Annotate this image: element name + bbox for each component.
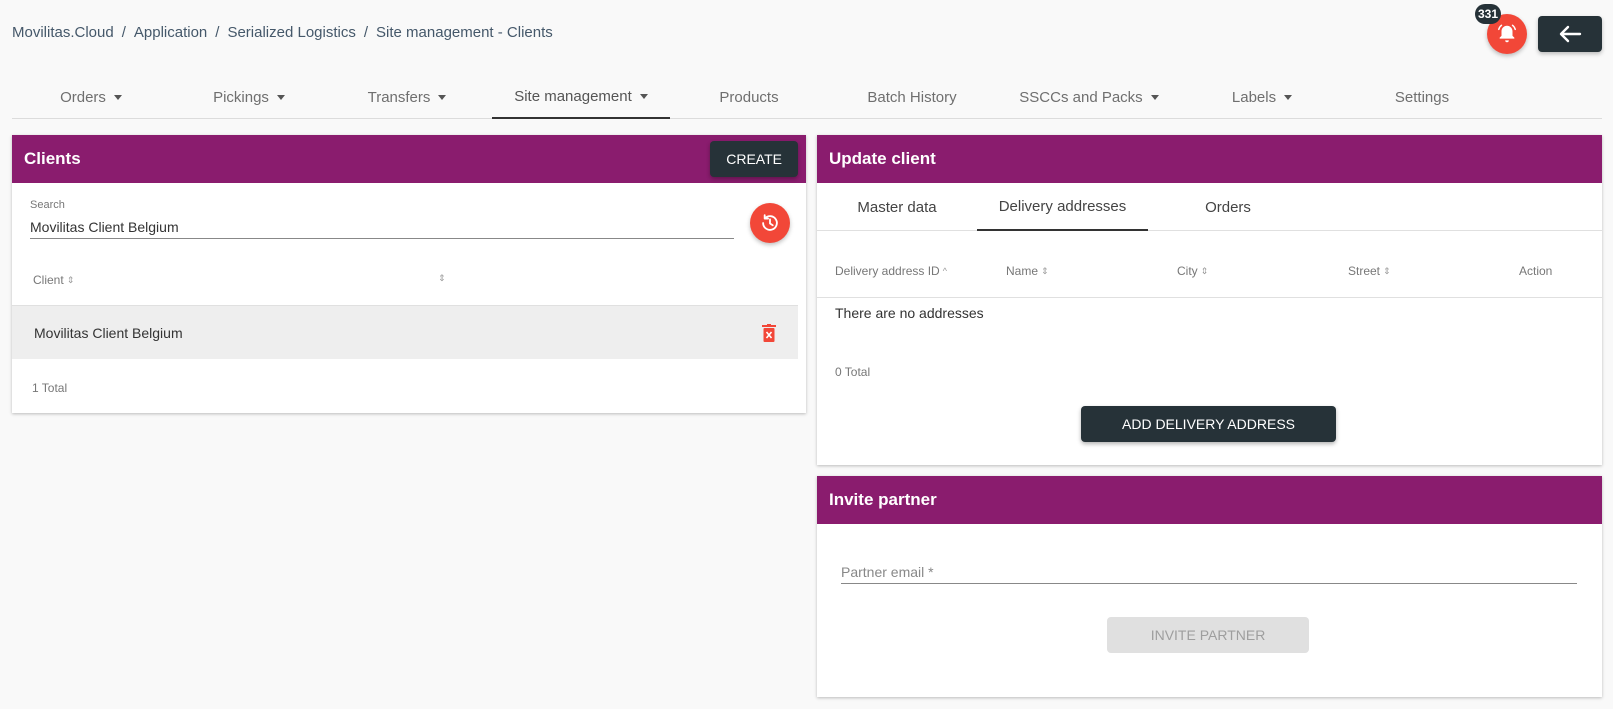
caret-down-icon xyxy=(276,94,285,100)
trash-icon xyxy=(762,324,776,342)
breadcrumb-item-home[interactable]: Movilitas.Cloud xyxy=(12,24,114,41)
invite-partner-title: Invite partner xyxy=(829,490,937,509)
tab-delivery-addresses[interactable]: Delivery addresses xyxy=(977,183,1148,231)
breadcrumb-item-current: Site management - Clients xyxy=(376,24,553,41)
breadcrumb: Movilitas.Cloud / Application / Serializ… xyxy=(12,24,553,41)
table-divider xyxy=(817,297,1602,298)
arrow-left-icon xyxy=(1559,25,1582,43)
tab-ssccs-and-packs[interactable]: SSCCs and Packs xyxy=(996,75,1182,119)
empty-addresses-message: There are no addresses xyxy=(835,305,984,321)
client-name: Movilitas Client Belgium xyxy=(34,324,183,341)
tab-labels[interactable]: Labels xyxy=(1182,75,1342,119)
tab-pickings[interactable]: Pickings xyxy=(170,75,328,119)
tab-label: Products xyxy=(719,88,779,106)
breadcrumb-item-application[interactable]: Application xyxy=(134,24,207,41)
back-button[interactable] xyxy=(1538,16,1602,52)
column-header-label: Street xyxy=(1348,264,1381,278)
column-header-delivery-address-id[interactable]: Delivery address ID ^ xyxy=(835,264,947,278)
breadcrumb-separator: / xyxy=(215,24,220,41)
caret-down-icon xyxy=(438,94,447,100)
caret-down-icon xyxy=(639,93,648,99)
main-nav-tabs: Orders Pickings Transfers Site managemen… xyxy=(12,75,1602,119)
invite-partner-button[interactable]: INVITE PARTNER xyxy=(1107,617,1309,653)
column-header-label: City xyxy=(1177,264,1198,278)
column-header-action: Action xyxy=(1519,264,1552,278)
tab-label: Labels xyxy=(1231,88,1277,106)
tab-label: Site management xyxy=(514,87,632,105)
history-icon xyxy=(762,214,778,231)
partner-email-field[interactable] xyxy=(841,560,1577,584)
tab-settings[interactable]: Settings xyxy=(1342,75,1502,119)
clients-card-header: Clients CREATE xyxy=(12,135,806,183)
caret-down-icon xyxy=(1284,94,1293,100)
tab-orders[interactable]: Orders xyxy=(1148,183,1308,231)
tab-site-management[interactable]: Site management xyxy=(492,75,670,119)
caret-down-icon xyxy=(1150,94,1159,100)
sort-icon: ⇕ xyxy=(1200,265,1209,276)
column-header-label: Name xyxy=(1006,264,1039,278)
breadcrumb-item-serialized-logistics[interactable]: Serialized Logistics xyxy=(227,24,355,41)
notification-count-badge: 331 xyxy=(1475,4,1502,24)
column-header-unnamed[interactable]: ⇕ xyxy=(435,273,446,284)
sort-ascending-icon: ^ xyxy=(942,266,947,276)
clients-total: 1 Total xyxy=(32,381,68,395)
add-delivery-address-button[interactable]: ADD DELIVERY ADDRESS xyxy=(1081,406,1336,442)
breadcrumb-separator: / xyxy=(363,24,369,41)
tab-label: SSCCs and Packs xyxy=(1019,88,1143,106)
tab-orders[interactable]: Orders xyxy=(12,75,170,119)
update-client-tabs: Master data Delivery addresses Orders xyxy=(817,183,1602,231)
tab-label: Pickings xyxy=(213,88,269,106)
invite-partner-card: Invite partner INVITE PARTNER xyxy=(817,476,1602,697)
column-header-street[interactable]: Street ⇕ xyxy=(1348,264,1391,278)
clients-card: Clients CREATE Search Client⇕ ⇕ Movilita… xyxy=(12,135,806,413)
tab-label: Batch History xyxy=(867,88,957,106)
create-button[interactable]: CREATE xyxy=(710,141,798,177)
breadcrumb-separator: / xyxy=(121,24,126,41)
column-header-label: Action xyxy=(1519,264,1553,278)
alarm-bell-icon xyxy=(1498,24,1516,43)
tab-label: Orders xyxy=(60,88,106,106)
update-client-header: Update client xyxy=(817,135,1602,183)
sort-icon: ⇕ xyxy=(1383,265,1391,276)
table-row[interactable]: Movilitas Client Belgium xyxy=(12,305,798,359)
caret-down-icon xyxy=(113,94,122,100)
column-header-city[interactable]: City ⇕ xyxy=(1177,264,1208,278)
invite-partner-header: Invite partner xyxy=(817,476,1602,524)
column-header-label: Client xyxy=(33,273,64,287)
column-header-client[interactable]: Client ⇕ xyxy=(33,273,74,287)
search-label: Search xyxy=(30,199,65,211)
sort-icon: ⇕ xyxy=(1041,265,1049,276)
reset-search-button[interactable] xyxy=(750,203,790,243)
tab-products[interactable]: Products xyxy=(670,75,828,119)
tab-label: Settings xyxy=(1394,88,1450,106)
tab-label: Transfers xyxy=(367,88,431,106)
tab-transfers[interactable]: Transfers xyxy=(328,75,486,119)
tab-batch-history[interactable]: Batch History xyxy=(828,75,996,119)
update-client-card: Update client Master data Delivery addre… xyxy=(817,135,1602,465)
column-header-name[interactable]: Name ⇕ xyxy=(1006,264,1049,278)
column-header-label: Delivery address ID xyxy=(835,264,940,278)
tab-master-data[interactable]: Master data xyxy=(817,183,977,231)
clients-title: Clients xyxy=(24,149,81,168)
search-input[interactable] xyxy=(30,215,734,239)
sort-icon: ⇕ xyxy=(438,273,446,283)
addresses-total: 0 Total xyxy=(835,365,871,379)
sort-icon: ⇕ xyxy=(66,274,75,285)
update-client-title: Update client xyxy=(829,149,936,168)
delete-client-button[interactable] xyxy=(762,324,776,345)
